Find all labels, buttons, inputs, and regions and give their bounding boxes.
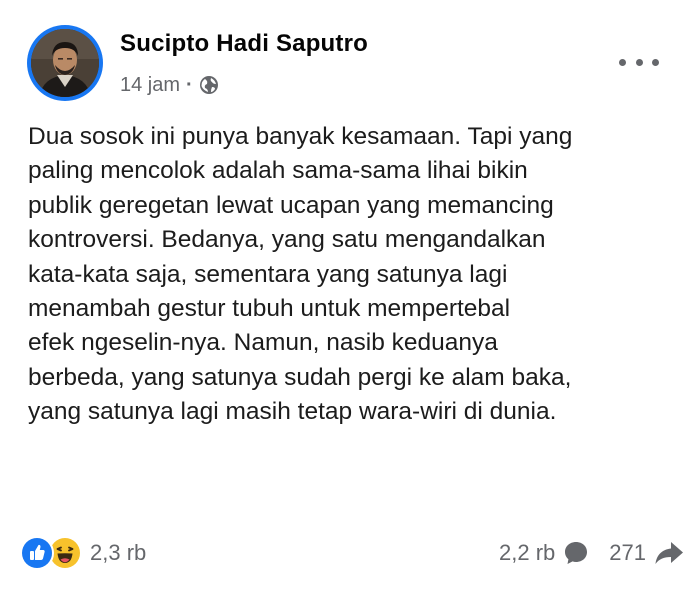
- post-text-line: kata-kata saja, sementara yang satunya l…: [28, 260, 508, 288]
- engagement-stats: 2,2 rb 271: [499, 535, 684, 571]
- share-count-button[interactable]: 271: [609, 540, 684, 566]
- comment-count-button[interactable]: 2,2 rb: [499, 540, 589, 566]
- more-dot: [619, 58, 626, 66]
- more-dot: [652, 58, 659, 66]
- like-icon: [20, 536, 54, 570]
- author-avatar[interactable]: [27, 25, 103, 101]
- comment-icon: [563, 540, 589, 566]
- post-meta: 14 jam ·: [120, 72, 219, 98]
- post-text: Dua sosok ini punya banyak kesamaan. Tap…: [28, 120, 680, 430]
- post-timestamp[interactable]: 14 jam: [120, 74, 180, 97]
- post-text-line: efek ngeselin-nya. Namun, nasib keduanya: [28, 329, 498, 357]
- facebook-post: Sucipto Hadi Saputro 14 jam · Dua sosok …: [0, 0, 700, 592]
- post-text-line: kontroversi. Bedanya, yang satu menganda…: [28, 226, 546, 254]
- reactions-summary[interactable]: 2,3 rb: [20, 535, 146, 571]
- share-icon: [654, 540, 684, 566]
- comment-count: 2,2 rb: [499, 540, 556, 565]
- reaction-count: 2,3 rb: [90, 540, 147, 565]
- avatar-photo: [31, 29, 99, 97]
- post-text-line: menambah gestur tubuh untuk mempertebal: [28, 295, 511, 323]
- post-text-line: publik geregetan lewat ucapan yang meman…: [28, 191, 554, 219]
- post-text-line: Dua sosok ini punya banyak kesamaan. Tap…: [28, 123, 573, 150]
- post-text-line: paling mencolok adalah sama-sama lihai b…: [28, 157, 528, 185]
- post-text-line: berbeda, yang satunya sudah pergi ke ala…: [28, 363, 572, 391]
- globe-icon[interactable]: [199, 75, 219, 95]
- post-text-line: yang satunya lagi masih tetap wara-wiri …: [28, 398, 557, 426]
- more-dot: [635, 58, 643, 66]
- more-options-icon[interactable]: [619, 52, 659, 72]
- share-count: 271: [609, 540, 646, 565]
- author-name[interactable]: Sucipto Hadi Saputro: [120, 30, 368, 58]
- meta-separator: ·: [186, 73, 193, 96]
